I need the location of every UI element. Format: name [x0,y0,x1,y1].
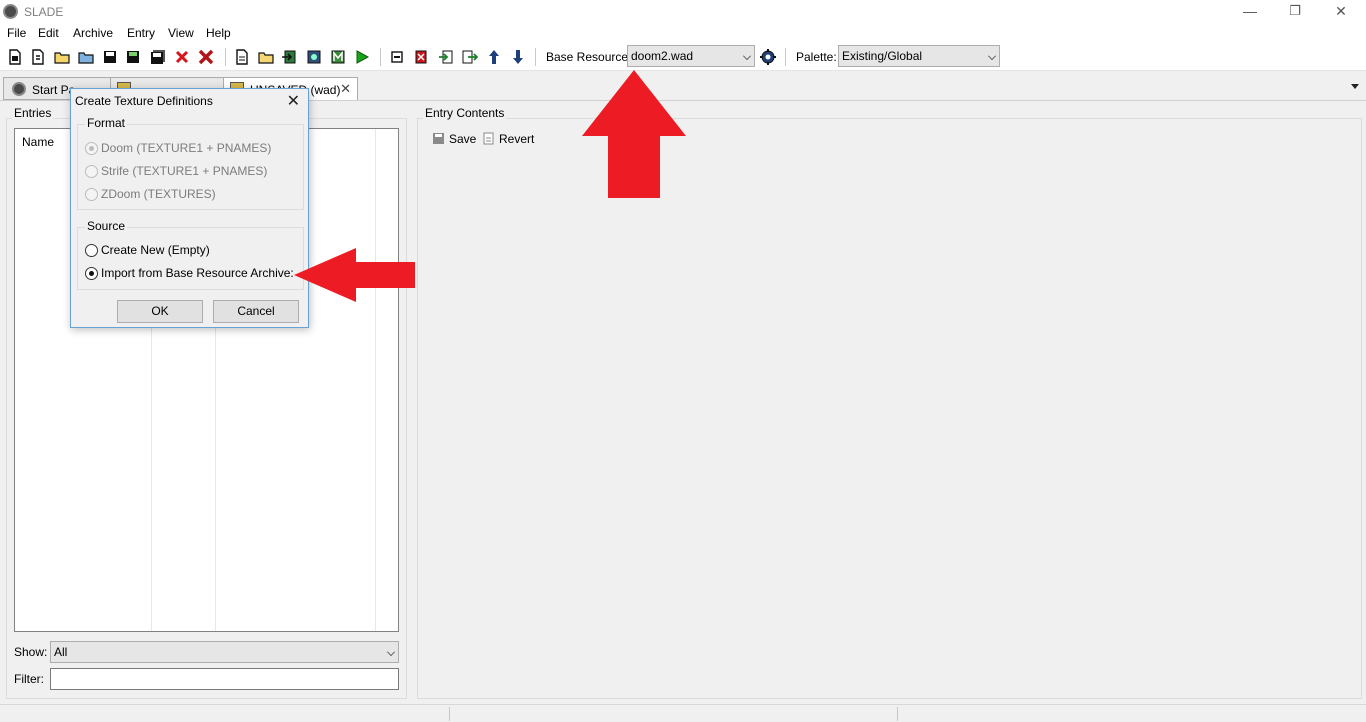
entry-contents-group [417,118,1362,699]
save-as-icon[interactable] [126,49,140,65]
menu-edit[interactable]: Edit [38,26,59,40]
rename-entry-icon[interactable] [390,49,404,65]
status-bar [0,704,1366,722]
menu-entry[interactable]: Entry [127,26,155,40]
palette-value: Existing/Global [842,49,923,63]
open-dir-icon[interactable] [78,49,94,65]
new-archive-icon[interactable] [8,49,22,65]
annotation-arrow-up-icon [582,70,686,198]
run-archive-icon[interactable] [354,49,370,65]
minimize-button[interactable]: — [1227,0,1273,24]
entries-title: Entries [12,106,54,120]
source-group: Source [77,219,304,290]
toolbar-separator [785,48,786,66]
chevron-down-icon [743,52,751,60]
save-entry-button[interactable]: Save [449,132,476,146]
import-entry-icon[interactable] [438,49,454,65]
toolbar-separator [225,48,226,66]
restore-button[interactable]: ❐ [1272,0,1318,24]
toolbar-separator [535,48,536,66]
source-group-label: Source [85,219,128,233]
build-archive-icon[interactable] [306,49,322,65]
radio-indicator [85,188,98,201]
chevron-down-icon [988,52,996,60]
close-icon[interactable]: ✕ [340,81,351,97]
tab-list-dropdown-icon[interactable] [1351,84,1359,89]
radio-indicator [85,165,98,178]
status-separator [897,707,898,721]
new-directory-icon[interactable] [258,49,274,65]
move-down-icon[interactable] [511,49,525,65]
export-entry-icon[interactable] [462,49,478,65]
filter-input[interactable] [50,668,399,690]
revert-icon [483,132,494,145]
column-divider [375,129,376,631]
base-resource-label: Base Resource: [546,50,632,64]
menu-bar: File Edit Archive Entry View Help [0,24,1366,43]
main-toolbar: Base Resource: doom2.wad Palette: Existi… [0,43,1366,71]
toolbar-separator [380,48,381,66]
dialog-title: Create Texture Definitions [75,94,213,108]
save-icon [433,133,444,144]
show-filter-dropdown[interactable]: All [50,641,399,663]
slade-tab-icon [12,82,26,96]
new-zip-icon[interactable] [31,49,45,65]
status-separator [449,707,450,721]
close-icon[interactable]: ✕ [287,91,300,111]
map-editor-icon[interactable] [330,49,346,65]
new-entry-icon[interactable] [235,49,249,65]
annotation-arrow-left-icon [294,248,415,302]
open-folder-icon[interactable] [54,49,70,65]
delete-entry-icon[interactable] [414,49,428,65]
radio-indicator [85,267,98,280]
tab-label: Start Pa [32,83,76,97]
menu-help[interactable]: Help [206,26,231,40]
gear-icon[interactable] [760,49,776,65]
close-all-icon[interactable] [198,49,214,65]
base-resource-dropdown[interactable]: doom2.wad [627,45,755,67]
show-value: All [54,645,68,659]
move-up-icon[interactable] [487,49,501,65]
palette-label: Palette: [796,50,837,64]
filter-label: Filter: [14,672,44,686]
palette-dropdown[interactable]: Existing/Global [838,45,1000,67]
close-archive-icon[interactable] [175,49,189,65]
import-files-icon[interactable] [282,49,298,65]
ok-button[interactable]: OK [117,300,203,323]
title-bar: SLADE — ❐ ✕ [0,0,1366,24]
save-all-icon[interactable] [150,49,166,65]
show-label: Show: [14,645,48,659]
radio-indicator [85,142,98,155]
base-resource-value: doom2.wad [631,49,694,63]
menu-view[interactable]: View [168,26,194,40]
slade-app-icon [3,4,18,19]
revert-entry-button[interactable]: Revert [499,132,534,146]
menu-archive[interactable]: Archive [73,26,113,40]
cancel-button[interactable]: Cancel [213,300,299,323]
entry-contents-title: Entry Contents [423,106,507,120]
create-texture-definitions-dialog: Create Texture Definitions ✕ Format Doom… [70,88,309,328]
column-header-name[interactable]: Name [22,135,54,149]
menu-file[interactable]: File [7,26,26,40]
close-window-button[interactable]: ✕ [1318,0,1364,24]
window-title: SLADE [24,5,64,19]
radio-indicator [85,244,98,257]
save-icon[interactable] [103,49,117,65]
format-group-label: Format [85,116,128,130]
chevron-down-icon [387,648,395,656]
